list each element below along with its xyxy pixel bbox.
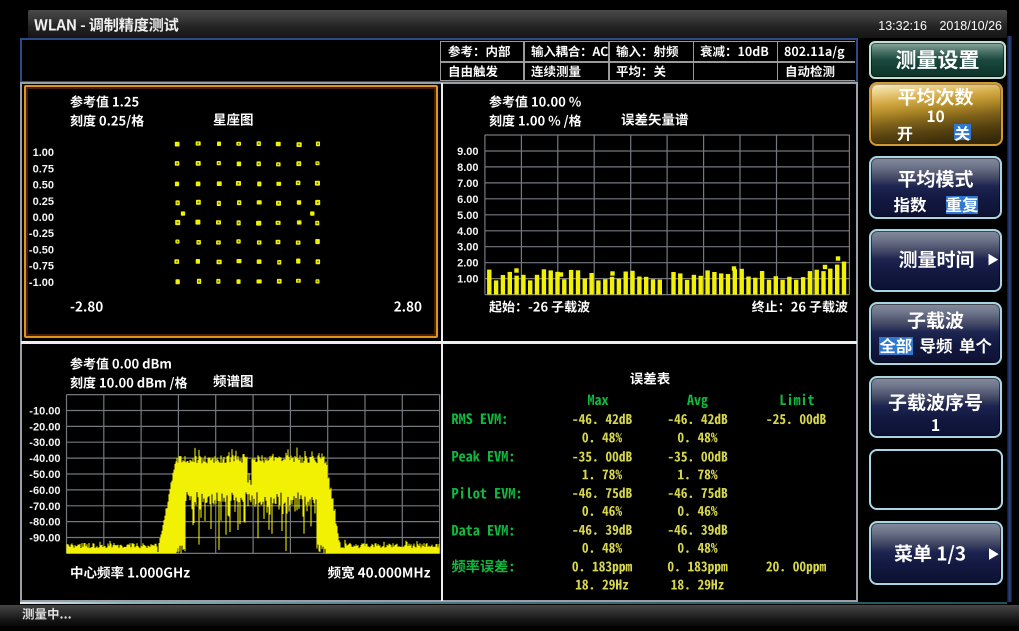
- svg-text:-0.50: -0.50: [29, 244, 54, 256]
- svg-text:-20.00: -20.00: [29, 421, 60, 433]
- svg-text:2.00: 2.00: [457, 258, 478, 270]
- svg-text:-50.00: -50.00: [29, 469, 60, 481]
- svg-text:0.00: 0.00: [33, 212, 54, 224]
- svg-text:-40.00: -40.00: [29, 453, 60, 465]
- svg-text:-1.00: -1.00: [29, 277, 54, 289]
- svg-text:7.00: 7.00: [457, 178, 478, 190]
- svg-text:5.00: 5.00: [457, 210, 478, 222]
- svg-text:-90.00: -90.00: [29, 533, 60, 545]
- svg-text:-0.75: -0.75: [29, 261, 54, 273]
- svg-text:3.00: 3.00: [457, 242, 478, 254]
- svg-text:-60.00: -60.00: [29, 485, 60, 497]
- svg-text:-80.00: -80.00: [29, 517, 60, 529]
- svg-text:0.75: 0.75: [33, 163, 54, 175]
- svg-text:1.00: 1.00: [33, 147, 54, 159]
- svg-text:0.25: 0.25: [33, 196, 54, 208]
- svg-text:0.50: 0.50: [33, 180, 54, 192]
- svg-text:8.00: 8.00: [457, 162, 478, 174]
- svg-text:-0.25: -0.25: [29, 228, 54, 240]
- svg-text:4.00: 4.00: [457, 226, 478, 238]
- svg-text:-10.00: -10.00: [29, 406, 60, 418]
- svg-text:6.00: 6.00: [457, 194, 478, 206]
- svg-text:1.00: 1.00: [457, 274, 478, 286]
- svg-text:-30.00: -30.00: [29, 437, 60, 449]
- svg-text:9.00: 9.00: [457, 146, 478, 158]
- svg-text:-70.00: -70.00: [29, 501, 60, 513]
